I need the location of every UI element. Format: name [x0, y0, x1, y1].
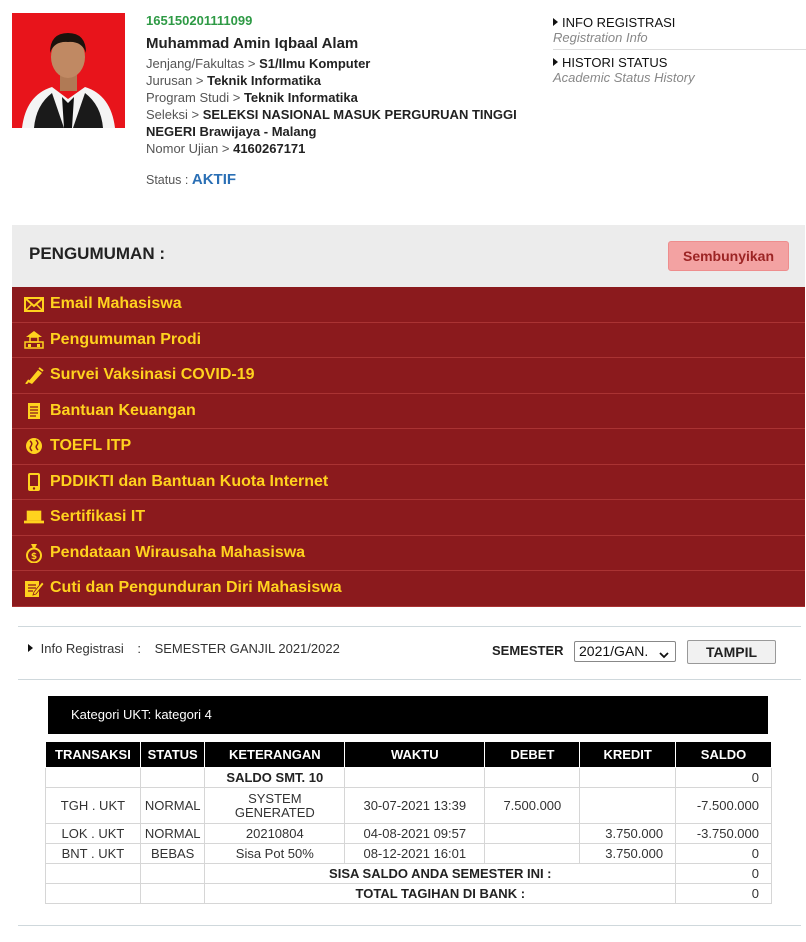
announcement-item-email[interactable]: Email Mahasiswa	[12, 287, 805, 323]
chevron-right-icon: >	[195, 73, 204, 88]
caret-right-icon	[553, 58, 558, 66]
svg-text:$: $	[31, 552, 37, 562]
laptop-icon	[24, 508, 44, 526]
announcement-item-pddikti[interactable]: PDDIKTI dan Bantuan Kuota Internet	[12, 464, 805, 500]
chevron-right-icon: >	[221, 141, 230, 156]
col-transaksi: TRANSAKSI	[45, 741, 141, 768]
status-row: Status : AKTIF	[146, 171, 237, 188]
ukt-category: Kategori UKT: kategori 4	[48, 696, 768, 734]
divider	[18, 679, 801, 680]
table-row: TGH . UKT NORMAL SYSTEM GENERATED 30-07-…	[45, 787, 772, 824]
scroll-icon	[24, 402, 44, 420]
chevron-right-icon: >	[232, 90, 241, 105]
profile-row-faculty: Jenjang/Fakultas > S1/Ilmu Komputer	[146, 56, 371, 71]
announcement-list: Email Mahasiswa Pengumuman Prodi Survei …	[12, 287, 805, 607]
saldo-row: SALDO SMT. 10 0	[45, 767, 772, 788]
col-keterangan: KETERANGAN	[204, 741, 346, 768]
col-waktu: WAKTU	[344, 741, 486, 768]
announcement-item-cuti[interactable]: Cuti dan Pengunduran Diri Mahasiswa	[12, 571, 805, 607]
status-badge: AKTIF	[191, 171, 237, 188]
total-tagihan-row: TOTAL TAGIHAN DI BANK : 0	[45, 883, 772, 904]
announcement-item-sertifikasi[interactable]: Sertifikasi IT	[12, 500, 805, 536]
table-header: TRANSAKSI STATUS KETERANGAN WAKTU DEBET …	[45, 741, 772, 768]
announcement-item-prodi[interactable]: Pengumuman Prodi	[12, 322, 805, 358]
link-info-registrasi[interactable]: INFO REGISTRASI Registration Info	[553, 13, 806, 47]
col-debet: DEBET	[484, 741, 581, 768]
chevron-down-icon	[659, 646, 669, 665]
syringe-icon	[24, 366, 44, 385]
profile-row-program: Program Studi > Teknik Informatika	[146, 90, 358, 105]
col-kredit: KREDIT	[579, 741, 677, 768]
announcement-item-toefl[interactable]: TOEFL ITP	[12, 429, 805, 465]
caret-right-icon	[28, 644, 33, 652]
phone-icon	[24, 472, 44, 491]
divider	[18, 626, 801, 627]
announcement-title: PENGUMUMAN :	[29, 244, 165, 263]
divider	[18, 925, 801, 926]
caret-right-icon	[553, 18, 558, 26]
semester-select[interactable]: 2021/GAN.	[574, 641, 676, 662]
col-saldo: SALDO	[675, 741, 772, 768]
student-id: 165150201111099	[146, 13, 253, 28]
student-name: Muhammad Amin Iqbaal Alam	[146, 35, 359, 52]
globe-icon	[24, 437, 44, 455]
chevron-right-icon: >	[191, 107, 200, 122]
sisa-saldo-row: SISA SALDO ANDA SEMESTER INI : 0	[45, 863, 772, 884]
announcement-item-vaksinasi[interactable]: Survei Vaksinasi COVID-19	[12, 358, 805, 394]
profile-info: 165150201111099 Muhammad Amin Iqbaal Ala…	[146, 13, 546, 188]
table-row: BNT . UKT BEBAS Sisa Pot 50% 08-12-2021 …	[45, 843, 772, 864]
announcement-item-wirausaha[interactable]: $ Pendataan Wirausaha Mahasiswa	[12, 535, 805, 571]
profile-row-selection: Seleksi > SELEKSI NASIONAL MASUK PERGURU…	[146, 107, 517, 139]
profile-row-department: Jurusan > Teknik Informatika	[146, 73, 321, 88]
side-links: INFO REGISTRASI Registration Info HISTOR…	[553, 13, 806, 87]
semester-label: SEMESTER	[492, 643, 564, 658]
announcement-item-bantuan-keuangan[interactable]: Bantuan Keuangan	[12, 393, 805, 429]
hide-button[interactable]: Sembunyikan	[668, 241, 789, 271]
link-histori-status[interactable]: HISTORI STATUS Academic Status History	[553, 49, 806, 87]
building-icon	[24, 330, 44, 349]
envelope-icon	[24, 295, 44, 313]
edit-document-icon	[24, 579, 44, 598]
table-row: LOK . UKT NORMAL 20210804 04-08-2021 09:…	[45, 823, 772, 844]
transaction-table: TRANSAKSI STATUS KETERANGAN WAKTU DEBET …	[45, 741, 772, 904]
announcement-header: PENGUMUMAN : Sembunyikan	[12, 225, 805, 287]
profile-row-exam-number: Nomor Ujian > 4160267171	[146, 141, 306, 156]
money-bag-icon: $	[24, 543, 44, 563]
student-photo	[12, 13, 125, 128]
show-button[interactable]: TAMPIL	[687, 640, 776, 664]
chevron-right-icon: >	[247, 56, 256, 71]
col-status: STATUS	[139, 741, 206, 768]
registration-info: Info Registrasi : SEMESTER GANJIL 2021/2…	[28, 641, 340, 656]
